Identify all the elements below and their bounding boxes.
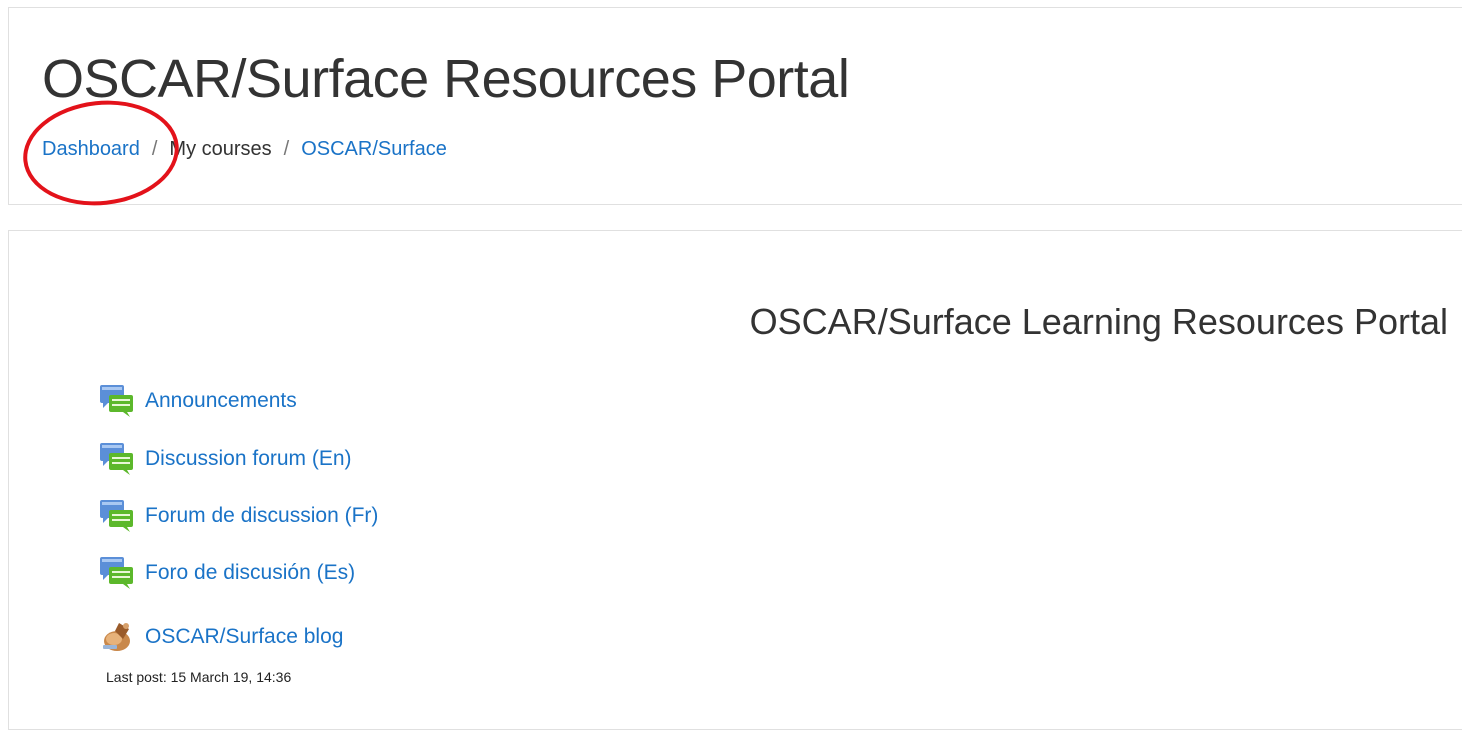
activity-announcements[interactable]: Announcements (97, 381, 297, 421)
activity-discussion-es[interactable]: Foro de discusión (Es) (97, 553, 355, 593)
activity-link[interactable]: OSCAR/Surface blog (145, 625, 343, 649)
breadcrumb-separator: / (283, 138, 290, 160)
breadcrumb-separator: / (151, 138, 158, 160)
page-header: OSCAR/Surface Resources Portal Dashboard… (8, 7, 1462, 205)
activity-link[interactable]: Discussion forum (En) (145, 447, 352, 471)
forum-icon (100, 443, 133, 475)
course-content: OSCAR/Surface Learning Resources Portal … (8, 230, 1462, 730)
activity-blog[interactable]: OSCAR/Surface blog (97, 617, 343, 657)
content-heading: OSCAR/Surface Learning Resources Portal (749, 301, 1448, 342)
forum-icon (100, 500, 133, 532)
activity-link[interactable]: Forum de discussion (Fr) (145, 504, 378, 528)
activity-link[interactable]: Announcements (145, 389, 297, 413)
breadcrumb: Dashboard / My courses / OSCAR/Surface (42, 138, 447, 161)
activity-link[interactable]: Foro de discusión (Es) (145, 561, 355, 585)
forum-icon (100, 557, 133, 589)
forum-icon (100, 385, 133, 417)
activity-discussion-en[interactable]: Discussion forum (En) (97, 439, 352, 479)
activity-discussion-fr[interactable]: Forum de discussion (Fr) (97, 496, 378, 536)
last-post-info: Last post: 15 March 19, 14:36 (106, 669, 292, 685)
breadcrumb-course-link[interactable]: OSCAR/Surface (301, 138, 447, 161)
breadcrumb-my-courses[interactable]: My courses (169, 138, 271, 161)
page-title: OSCAR/Surface Resources Portal (42, 49, 850, 109)
breadcrumb-dashboard-link[interactable]: Dashboard (42, 138, 140, 161)
blog-icon (103, 623, 130, 651)
